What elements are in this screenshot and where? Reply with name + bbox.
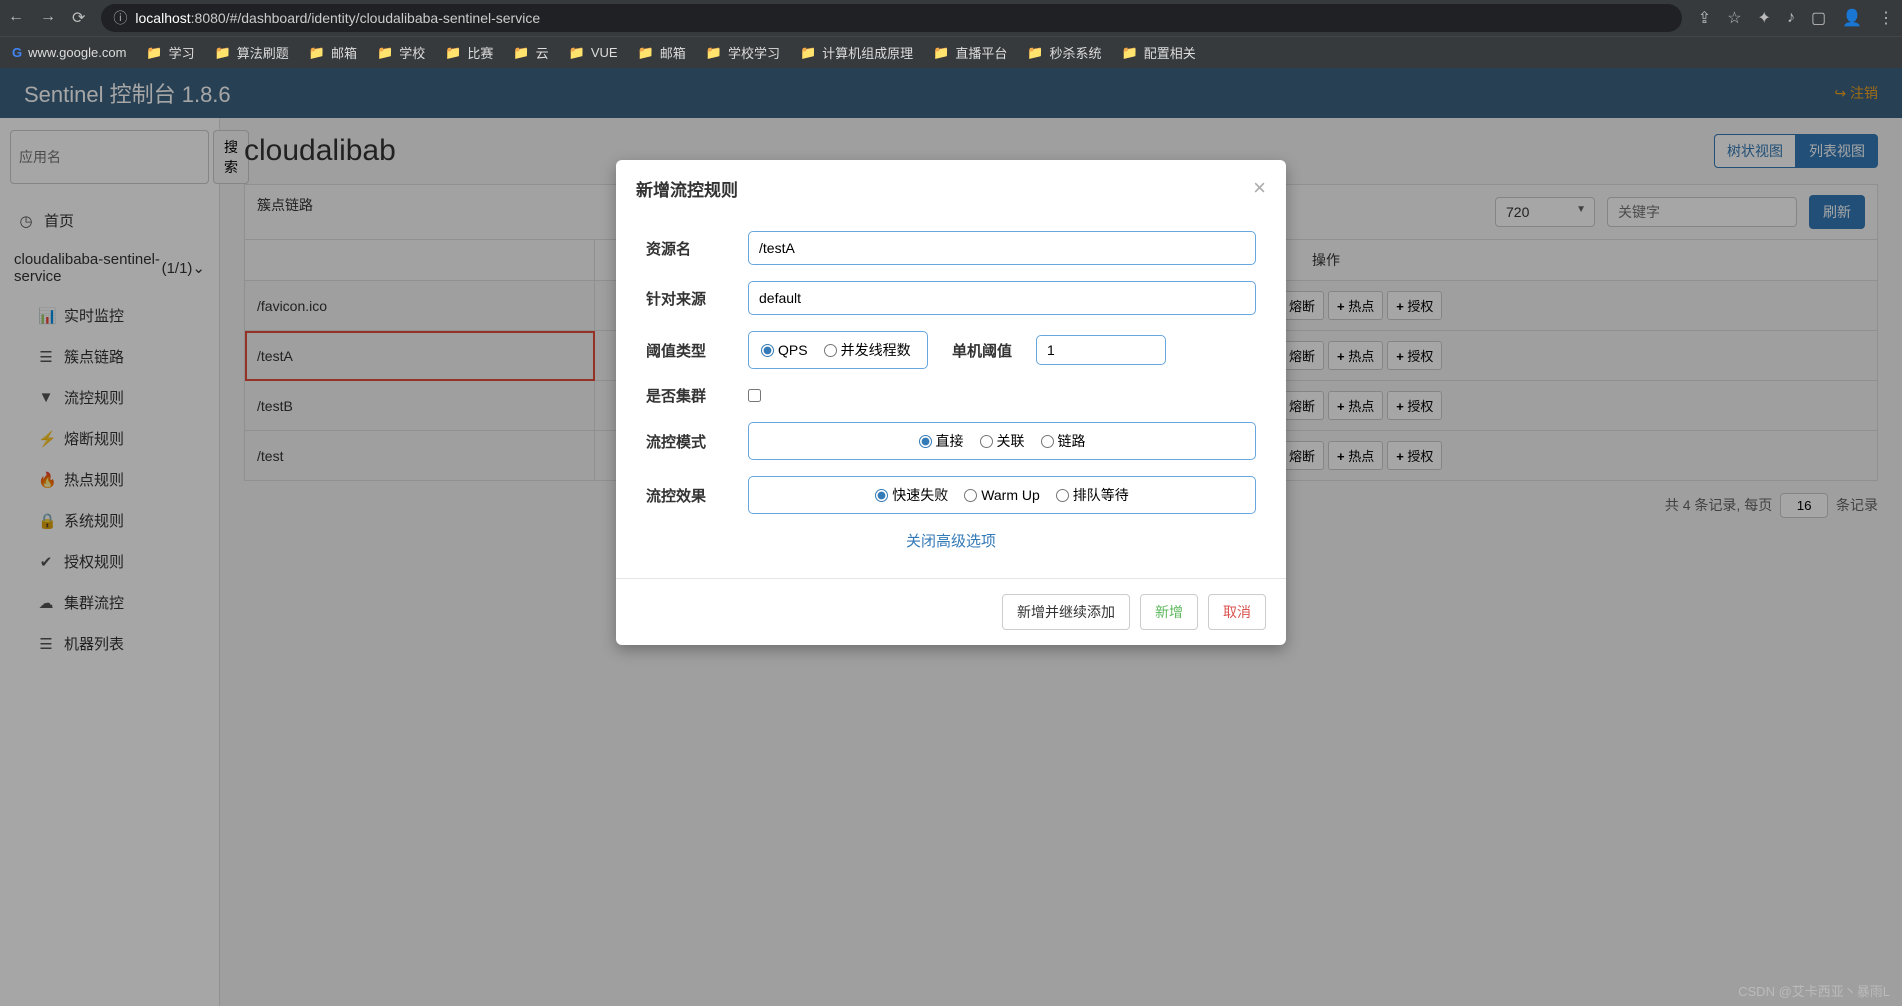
bookmark-label: 配置相关: [1144, 43, 1196, 62]
google-icon: G: [12, 45, 22, 60]
bookmark[interactable]: 📁 配置相关: [1122, 43, 1196, 62]
folder-icon: 📁: [569, 45, 585, 61]
add-continue-button[interactable]: 新增并继续添加: [1002, 594, 1130, 630]
bookmark[interactable]: 📁 VUE: [569, 45, 618, 61]
music-icon[interactable]: ♪: [1787, 9, 1795, 27]
forward-icon[interactable]: →: [40, 8, 56, 28]
bookmark[interactable]: 📁 学校: [377, 43, 425, 62]
share-icon[interactable]: ⇪: [1698, 8, 1711, 28]
menu-icon[interactable]: ⋮: [1878, 8, 1894, 28]
bookmark-label: 秒杀系统: [1050, 43, 1102, 62]
panel-icon[interactable]: ▢: [1811, 8, 1826, 28]
radio-qps[interactable]: QPS: [761, 342, 808, 358]
folder-icon: 📁: [706, 45, 722, 61]
modal-title: 新增流控规则: [636, 176, 738, 201]
bookmark-label: 邮箱: [660, 43, 686, 62]
bookmark-label: 比赛: [467, 43, 493, 62]
cluster-label: 是否集群: [646, 385, 736, 406]
add-flow-rule-modal: 新增流控规则 × 资源名 针对来源 阈值类型 QPS 并发线程数 单机阈值 是否…: [616, 160, 1286, 645]
browser-chrome: ← → ⟳ ⓘ localhost:8080/#/dashboard/ident…: [0, 0, 1902, 36]
bookmark-label: 计算机组成原理: [822, 43, 913, 62]
bookmark-label: 学校学习: [728, 43, 780, 62]
bookmark[interactable]: 📁 秒杀系统: [1027, 43, 1101, 62]
profile-icon[interactable]: 👤: [1842, 8, 1862, 28]
bookmark-label: VUE: [591, 45, 618, 60]
bookmark-bar: Gwww.google.com📁学习📁算法刷题📁邮箱📁学校📁比赛📁云📁VUE📁邮…: [0, 36, 1902, 68]
back-icon[interactable]: ←: [8, 8, 24, 28]
folder-icon: 📁: [1027, 45, 1043, 61]
folder-icon: 📁: [800, 45, 816, 61]
watermark: CSDN @艾卡西亚丶暴雨L: [1738, 981, 1890, 1000]
radio-direct[interactable]: 直接: [919, 431, 964, 451]
bookmark-label: 学校: [399, 43, 425, 62]
mode-label: 流控模式: [646, 431, 736, 452]
info-icon: ⓘ: [113, 8, 127, 28]
close-icon[interactable]: ×: [1253, 175, 1266, 201]
bookmark-label: www.google.com: [28, 45, 126, 60]
bookmark[interactable]: 📁 学校学习: [706, 43, 780, 62]
folder-icon: 📁: [146, 45, 162, 61]
resource-label: 资源名: [646, 238, 736, 259]
bookmark[interactable]: 📁 直播平台: [933, 43, 1007, 62]
bookmark-label: 直播平台: [955, 43, 1007, 62]
folder-icon: 📁: [1122, 45, 1138, 61]
reload-icon[interactable]: ⟳: [72, 8, 85, 28]
bookmark[interactable]: 📁 算法刷题: [215, 43, 289, 62]
folder-icon: 📁: [215, 45, 231, 61]
bookmark-label: 邮箱: [331, 43, 357, 62]
bookmark-label: 云: [536, 43, 549, 62]
url-path: :8080/#/dashboard/identity/cloudalibaba-…: [191, 10, 540, 26]
radio-relate[interactable]: 关联: [980, 431, 1025, 451]
bookmark[interactable]: Gwww.google.com: [12, 45, 126, 60]
bookmark[interactable]: 📁 计算机组成原理: [800, 43, 913, 62]
address-bar[interactable]: ⓘ localhost:8080/#/dashboard/identity/cl…: [101, 4, 1681, 32]
cancel-button[interactable]: 取消: [1208, 594, 1266, 630]
folder-icon: 📁: [638, 45, 654, 61]
bookmark[interactable]: 📁云: [513, 43, 548, 62]
folder-icon: 📁: [513, 45, 529, 61]
cluster-checkbox[interactable]: [748, 389, 761, 402]
resource-input[interactable]: [748, 231, 1256, 265]
threshold-type-label: 阈值类型: [646, 340, 736, 361]
bookmark[interactable]: 📁 比赛: [445, 43, 493, 62]
radio-warmup[interactable]: Warm Up: [964, 487, 1040, 503]
effect-label: 流控效果: [646, 485, 736, 506]
bookmark[interactable]: 📁 学习: [146, 43, 194, 62]
threshold-label: 单机阈值: [952, 340, 1012, 361]
star-icon[interactable]: ☆: [1727, 8, 1741, 28]
extensions-icon[interactable]: ✦: [1758, 8, 1771, 28]
source-label: 针对来源: [646, 288, 736, 309]
folder-icon: 📁: [445, 45, 461, 61]
bookmark-label: 算法刷题: [237, 43, 289, 62]
threshold-input[interactable]: [1036, 335, 1166, 365]
folder-icon: 📁: [377, 45, 393, 61]
url-host: localhost: [135, 10, 190, 26]
folder-icon: 📁: [933, 45, 949, 61]
advanced-toggle[interactable]: 关闭高级选项: [646, 530, 1256, 551]
bookmark[interactable]: 📁 邮箱: [638, 43, 686, 62]
folder-icon: 📁: [309, 45, 325, 61]
bookmark-label: 学习: [169, 43, 195, 62]
radio-fast-fail[interactable]: 快速失败: [875, 485, 948, 505]
radio-chain[interactable]: 链路: [1041, 431, 1086, 451]
bookmark[interactable]: 📁 邮箱: [309, 43, 357, 62]
add-button[interactable]: 新增: [1140, 594, 1198, 630]
radio-thread[interactable]: 并发线程数: [824, 340, 911, 360]
radio-queue[interactable]: 排队等待: [1056, 485, 1129, 505]
source-input[interactable]: [748, 281, 1256, 315]
